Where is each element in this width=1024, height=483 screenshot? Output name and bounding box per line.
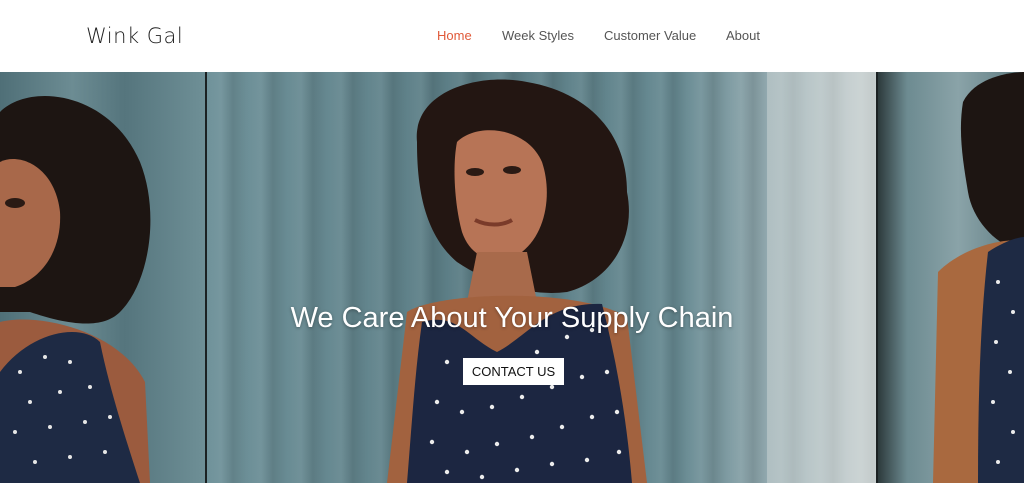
contact-us-button[interactable]: CONTACT US	[463, 358, 564, 385]
nav-item-customer-value[interactable]: Customer Value	[604, 27, 696, 45]
hero-image-left-panel	[0, 72, 207, 483]
main-nav: Home Week Styles Customer Value About	[0, 0, 1024, 72]
hero-image-right-panel	[878, 72, 1024, 483]
hero-image-center-panel	[207, 72, 878, 483]
hero-photo-left-person	[0, 96, 151, 483]
site-header: Wink Gal Home Week Styles Customer Value…	[0, 0, 1024, 72]
hero-title: We Care About Your Supply Chain	[290, 302, 734, 334]
nav-item-about[interactable]: About	[726, 27, 760, 45]
nav-item-week-styles[interactable]: Week Styles	[502, 27, 574, 45]
nav-item-home[interactable]: Home	[437, 27, 472, 45]
hero-photo-center-person	[387, 72, 878, 483]
hero-photo-right-person	[933, 72, 1024, 483]
hero-banner: We Care About Your Supply Chain CONTACT …	[0, 72, 1024, 483]
